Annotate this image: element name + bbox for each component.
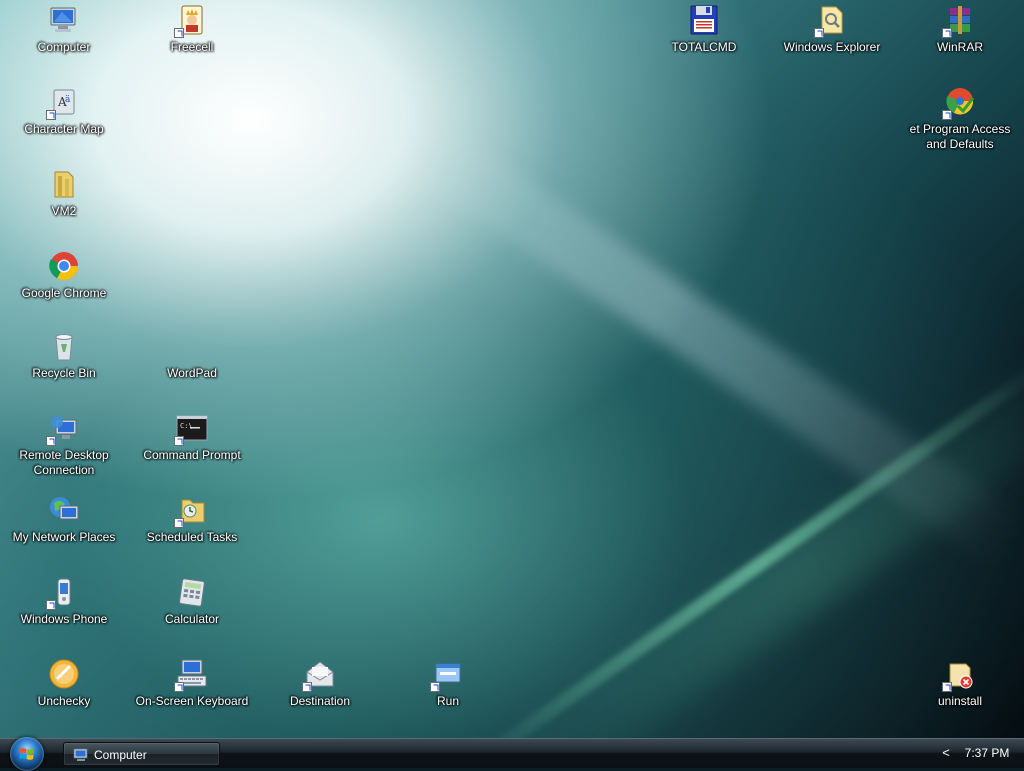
taskbar-button-label: Computer: [94, 748, 147, 762]
desktop-icon-uninstall[interactable]: uninstall: [898, 658, 1022, 709]
uninstall-icon: [942, 658, 976, 692]
desktop-icon-recycle-bin[interactable]: Recycle Bin: [2, 330, 126, 381]
icon-label: Computer: [37, 40, 91, 54]
desktop-icon-on-screen-keyboard[interactable]: On-Screen Keyboard: [130, 658, 254, 709]
shortcut-arrow-icon: [814, 28, 824, 38]
shortcut-arrow-icon: [46, 436, 56, 446]
floppy-disk-icon: [688, 4, 720, 36]
icon-label: uninstall: [937, 694, 983, 708]
explorer-icon: [814, 4, 848, 38]
shortcut-arrow-icon: [174, 682, 184, 692]
icon-label: Character Map: [24, 122, 104, 136]
desktop-icon-windows-phone[interactable]: Windows Phone: [2, 576, 126, 627]
computer-icon: [48, 4, 80, 36]
shortcut-arrow-icon: [942, 682, 952, 692]
windows-flag-icon: [19, 748, 34, 760]
desktop[interactable]: Computer Aä Character Map VM2 Google Chr…: [0, 0, 1024, 738]
desktop-icon-unchecky[interactable]: Unchecky: [2, 658, 126, 709]
run-icon: [430, 658, 464, 692]
icon-label: TOTALCMD: [671, 40, 737, 54]
shortcut-arrow-icon: [174, 518, 184, 528]
computer-icon: [73, 748, 88, 761]
desktop-icon-character-map[interactable]: Aä Character Map: [2, 86, 126, 137]
icon-label: Run: [436, 694, 459, 708]
icon-label: My Network Places: [12, 530, 116, 544]
svg-text:C:\: C:\: [180, 422, 193, 430]
icon-label: Recycle Bin: [32, 366, 96, 380]
icon-label: On-Screen Keyboard: [135, 694, 249, 708]
desktop-icon-destination[interactable]: Destination: [258, 658, 382, 709]
desktop-icon-command-prompt[interactable]: C:\ Command Prompt: [130, 412, 254, 463]
icon-label: WinRAR: [936, 40, 983, 54]
phone-icon: [46, 576, 80, 610]
program-access-icon: [942, 86, 976, 120]
desktop-icon-winrar[interactable]: WinRAR: [898, 4, 1022, 55]
show-hidden-icons-button[interactable]: <: [940, 745, 952, 761]
shortcut-arrow-icon: [174, 436, 184, 446]
calculator-icon: [176, 576, 208, 608]
start-button[interactable]: [10, 737, 44, 771]
icon-label: Google Chrome: [21, 286, 107, 300]
desktop-icon-calculator[interactable]: Calculator: [130, 576, 254, 627]
keyboard-icon: [174, 658, 208, 692]
icon-label: Windows Explorer: [783, 40, 881, 54]
recycle-bin-icon: [48, 330, 80, 362]
envelope-icon: [302, 658, 336, 692]
desktop-icon-windows-explorer[interactable]: Windows Explorer: [770, 4, 894, 55]
network-places-icon: [48, 494, 80, 526]
icon-label: Destination: [289, 694, 351, 708]
system-clock[interactable]: 7:37 PM: [958, 739, 1016, 768]
icon-label: WordPad: [167, 366, 217, 380]
taskbar: Computer < 7:37 PM: [0, 737, 1024, 771]
wallpaper-light-beam: [413, 125, 1024, 567]
desktop-icon-remote-desktop[interactable]: Remote Desktop Connection: [2, 412, 126, 478]
desktop-icon-freecell[interactable]: Freecell: [130, 4, 254, 55]
shortcut-arrow-icon: [430, 682, 440, 692]
character-map-icon: Aä: [46, 86, 80, 120]
shortcut-arrow-icon: [302, 682, 312, 692]
shortcut-arrow-icon: [174, 28, 184, 38]
icon-label: VM2: [51, 204, 77, 218]
icon-label: Calculator: [164, 612, 220, 626]
taskbar-button-computer[interactable]: Computer: [63, 742, 220, 766]
folder-icon: [48, 168, 80, 200]
shortcut-arrow-icon: [942, 28, 952, 38]
icon-label: et Program Access and Defaults: [909, 122, 1011, 151]
remote-desktop-icon: [46, 412, 80, 446]
desktop-icon-scheduled-tasks[interactable]: Scheduled Tasks: [130, 494, 254, 545]
desktop-icon-wordpad[interactable]: WordPad: [130, 330, 254, 381]
icon-label: Scheduled Tasks: [146, 530, 238, 544]
icon-label: Unchecky: [37, 694, 91, 708]
desktop-icon-run[interactable]: Run: [386, 658, 510, 709]
icon-label: Remote Desktop Connection: [19, 448, 109, 477]
winrar-icon: [942, 4, 976, 38]
scheduled-tasks-icon: [174, 494, 208, 528]
desktop-icon-totalcmd[interactable]: TOTALCMD: [642, 4, 766, 55]
svg-text:ä: ä: [65, 95, 71, 105]
command-prompt-icon: C:\: [174, 412, 208, 446]
icon-label: Command Prompt: [143, 448, 241, 462]
freecell-icon: [174, 4, 208, 38]
desktop-icon-my-network-places[interactable]: My Network Places: [2, 494, 126, 545]
desktop-icon-google-chrome[interactable]: Google Chrome: [2, 250, 126, 301]
shortcut-arrow-icon: [942, 110, 952, 120]
desktop-icon-vm2[interactable]: VM2: [2, 168, 126, 219]
shortcut-arrow-icon: [46, 600, 56, 610]
icon-label: Windows Phone: [20, 612, 108, 626]
unchecky-icon: [48, 658, 80, 690]
icon-label: Freecell: [170, 40, 214, 54]
desktop-icon-computer[interactable]: Computer: [2, 4, 126, 55]
chrome-icon: [48, 250, 80, 282]
shortcut-arrow-icon: [46, 110, 56, 120]
desktop-icon-set-program-access[interactable]: et Program Access and Defaults: [898, 86, 1022, 152]
